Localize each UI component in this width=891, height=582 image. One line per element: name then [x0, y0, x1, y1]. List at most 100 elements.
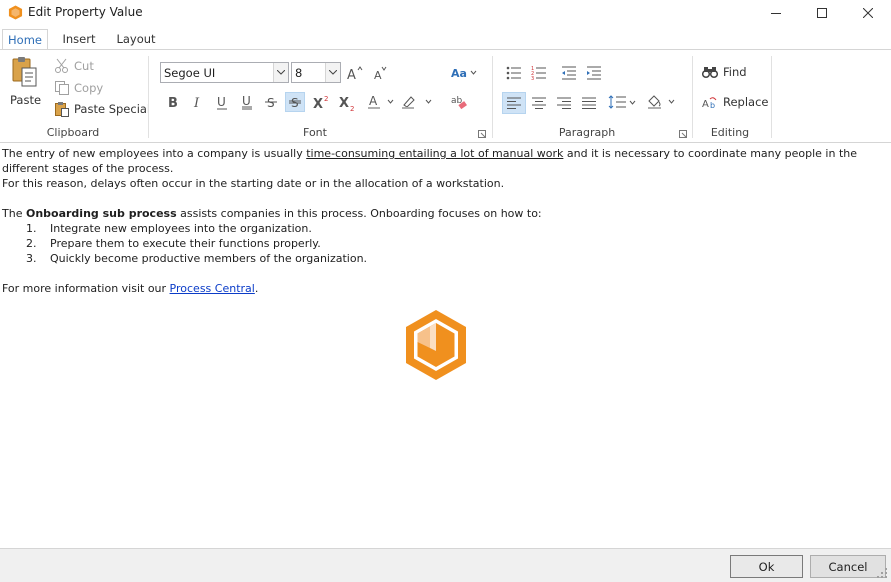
paragraph: For this reason, delays often occur in t…: [2, 177, 505, 190]
shrink-font-icon: A: [374, 66, 387, 81]
font-name-combo[interactable]: [160, 62, 289, 83]
align-left-button[interactable]: [502, 92, 526, 114]
svg-text:2: 2: [324, 95, 328, 103]
font-name-dropdown[interactable]: [273, 63, 288, 82]
editing-group-label: Editing: [710, 126, 750, 139]
replace-icon: Ab: [702, 97, 717, 109]
dialog-footer: Ok Cancel: [0, 548, 891, 582]
paint-bucket-icon: [648, 95, 675, 109]
tab-layout[interactable]: Layout: [110, 29, 162, 50]
tab-home[interactable]: Home: [2, 29, 48, 50]
shrink-font-button[interactable]: A: [370, 63, 390, 83]
italic-button[interactable]: I: [187, 92, 207, 112]
minimize-button[interactable]: [753, 0, 799, 26]
list-item: 2. Prepare them to execute their function…: [26, 237, 321, 250]
bold-text: Onboarding sub process: [25, 207, 177, 220]
change-case-icon: Aa: [451, 67, 477, 80]
justify-icon: [582, 97, 596, 109]
align-right-button[interactable]: [554, 93, 574, 113]
numbering-button[interactable]: 123: [529, 63, 549, 83]
strikethrough-button[interactable]: S: [261, 92, 281, 112]
scissors-icon: [55, 58, 68, 73]
font-dialog-launcher-icon[interactable]: [478, 130, 486, 138]
line-spacing-icon: [608, 95, 636, 109]
grow-font-icon: A: [347, 66, 363, 81]
svg-text:X: X: [313, 97, 323, 110]
copy-icon: [55, 81, 69, 95]
font-size-combo[interactable]: [291, 62, 341, 83]
align-center-button[interactable]: [529, 93, 549, 113]
rich-text-editor[interactable]: The entry of new employees into a compan…: [0, 144, 875, 548]
font-size-dropdown[interactable]: [325, 63, 340, 82]
svg-text:A: A: [702, 99, 709, 109]
close-button[interactable]: [845, 0, 891, 26]
subscript-button[interactable]: X2: [337, 93, 357, 113]
clear-formatting-button[interactable]: ab: [449, 92, 469, 112]
italic-icon: I: [193, 96, 200, 109]
paragraph: The Onboarding sub process assists compa…: [2, 207, 542, 220]
font-color-button[interactable]: A: [366, 92, 398, 112]
bullets-button[interactable]: [504, 63, 524, 83]
paste-special-icon: [55, 102, 69, 117]
group-divider: [492, 56, 493, 138]
cut-button[interactable]: Cut: [54, 58, 94, 74]
list-item: 1. Integrate new employees into the organ…: [26, 222, 312, 235]
highlighter-icon: [402, 96, 432, 109]
double-strikethrough-icon: S: [289, 96, 301, 109]
window-title: Edit Property Value: [28, 5, 143, 19]
grow-font-button[interactable]: A: [345, 63, 365, 83]
bold-button[interactable]: B: [163, 92, 183, 112]
vertical-scrollbar[interactable]: [875, 144, 891, 548]
find-label: Find: [723, 65, 747, 79]
align-center-icon: [532, 97, 546, 109]
underline-button[interactable]: U: [212, 92, 232, 112]
group-divider: [148, 56, 149, 138]
replace-button[interactable]: Ab Replace: [702, 95, 769, 109]
resize-grip-icon[interactable]: [876, 567, 888, 579]
paragraph: The entry of new employees into a compan…: [2, 147, 857, 175]
minimize-icon: [771, 13, 781, 14]
double-strikethrough-button[interactable]: S: [285, 92, 305, 112]
svg-text:A: A: [347, 68, 356, 81]
document-body[interactable]: The entry of new employees into a compan…: [2, 146, 872, 296]
svg-text:2: 2: [350, 105, 354, 111]
font-color-icon: A: [368, 94, 394, 109]
maximize-button[interactable]: [799, 0, 845, 26]
align-right-icon: [557, 97, 571, 109]
ok-button[interactable]: Ok: [730, 555, 803, 578]
copy-button[interactable]: Copy: [54, 80, 103, 96]
increase-indent-button[interactable]: [584, 63, 604, 83]
shading-button[interactable]: [646, 92, 678, 112]
subscript-icon: X2: [339, 96, 354, 111]
group-divider: [692, 56, 693, 138]
decrease-indent-button[interactable]: [559, 63, 579, 83]
tab-insert[interactable]: Insert: [56, 29, 102, 50]
paragraph-dialog-launcher-icon[interactable]: [679, 130, 687, 138]
title-bar: Edit Property Value: [0, 0, 891, 26]
binoculars-icon: [702, 67, 718, 79]
process-central-link[interactable]: Process Central: [170, 282, 255, 295]
change-case-button[interactable]: Aa: [450, 63, 478, 83]
align-left-icon: [507, 97, 521, 109]
app-logo-icon: [8, 5, 23, 20]
ribbon-tabs: Home Insert Layout: [0, 29, 891, 50]
find-button[interactable]: Find: [702, 65, 747, 79]
highlight-color-button[interactable]: [400, 92, 434, 112]
embedded-logo-image: [406, 310, 466, 380]
justify-button[interactable]: [579, 93, 599, 113]
superscript-button[interactable]: X2: [311, 92, 331, 112]
svg-text:B: B: [168, 96, 178, 109]
cancel-button[interactable]: Cancel: [810, 555, 886, 578]
paragraph: For more information visit our Process C…: [2, 282, 259, 295]
double-underline-button[interactable]: U: [237, 92, 257, 112]
ribbon: Paste Cut Copy Paste Special Clipboard S…: [0, 49, 891, 143]
copy-label: Copy: [74, 81, 104, 95]
numbered-list-icon: 123: [531, 66, 546, 80]
font-name-input[interactable]: [161, 63, 288, 82]
strikethrough-icon: S: [265, 96, 277, 109]
paste-special-button[interactable]: Paste Special: [54, 101, 150, 117]
replace-label: Replace: [723, 95, 769, 109]
decrease-indent-icon: [562, 66, 576, 80]
increase-indent-icon: [587, 66, 601, 80]
line-spacing-button[interactable]: [608, 92, 638, 112]
